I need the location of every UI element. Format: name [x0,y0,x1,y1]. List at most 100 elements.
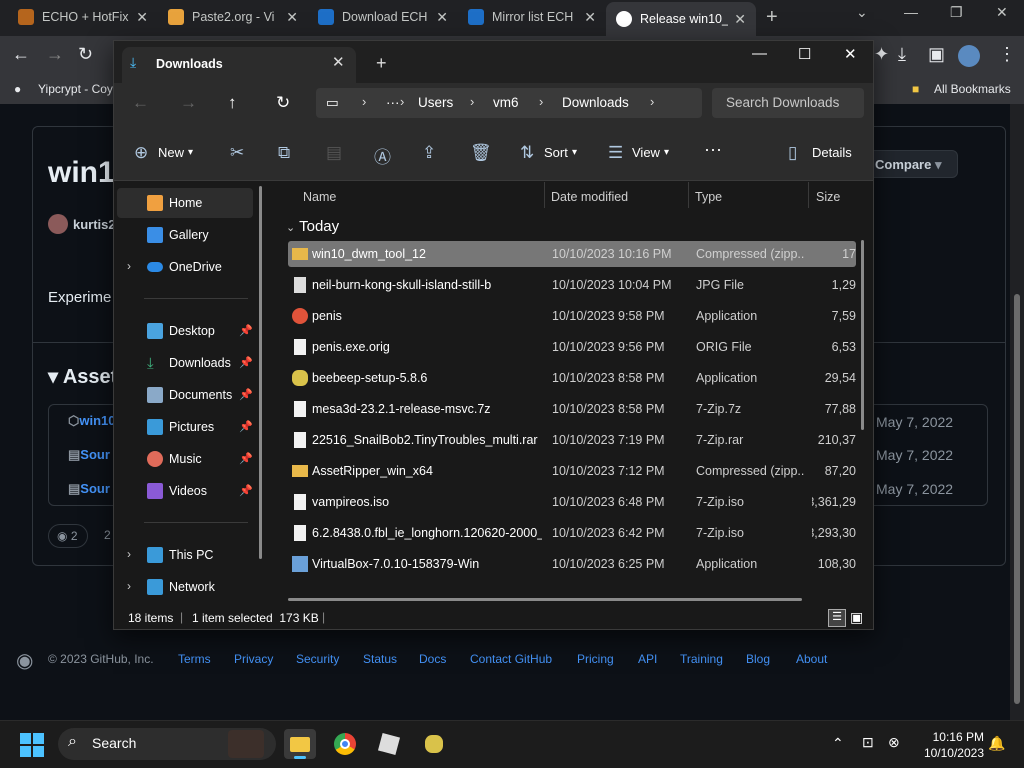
close-tab-icon[interactable]: ✕ [286,9,298,26]
file-row[interactable]: penis 10/10/2023 9:58 PM Application 7,5… [288,303,856,329]
sort-button[interactable]: Sort [544,145,568,160]
sidebar-item-videos[interactable]: Videos 📌 [117,476,253,506]
clock-time[interactable]: 10:16 PM [924,730,984,744]
reload-icon[interactable]: ↻ [78,44,93,65]
file-row[interactable]: 6.2.8438.0.fbl_ie_longhorn.120620-2000_a… [288,520,856,546]
assets-heading[interactable]: ▾ Asset [48,364,117,389]
column-divider[interactable] [688,182,689,208]
group-header-today[interactable]: ⌄ Today [286,218,339,235]
refresh-icon[interactable]: ↻ [276,93,290,113]
chevron-right-icon[interactable]: › [539,94,543,109]
file-row[interactable]: 22516_SnailBob2.TinyTroubles_multi.rar 1… [288,427,856,453]
maximize-icon[interactable]: ☐ [798,45,811,63]
copy-icon[interactable]: ⧉ [278,143,290,163]
column-header-size[interactable]: Size [816,190,840,204]
browser-tab[interactable]: Download ECH ✕ [308,0,458,34]
pin-icon[interactable]: 📌 [239,452,253,465]
chrome-taskbar-icon[interactable] [329,729,361,759]
file-list-scrollbar[interactable] [861,240,864,430]
close-tab-icon[interactable]: ✕ [436,9,448,26]
column-divider[interactable] [808,182,809,208]
cut-icon[interactable]: ✂ [230,143,244,163]
chevron-down-icon[interactable]: ▾ [572,147,577,158]
sidebar-scrollbar[interactable] [259,186,262,559]
asset-link[interactable]: ▤Sour [68,481,110,497]
file-row[interactable]: AssetRipper_win_x64 10/10/2023 7:12 PM C… [288,458,856,484]
paste-icon[interactable]: ▤ [326,143,342,163]
search-input[interactable]: Search Downloads [712,88,864,118]
forward-icon[interactable]: → [180,93,197,113]
footer-link[interactable]: Security [296,652,339,666]
file-row[interactable]: penis.exe.orig 10/10/2023 9:56 PM ORIG F… [288,334,856,360]
view-button[interactable]: View [632,145,660,160]
chevron-down-icon[interactable]: ▾ [188,147,193,158]
up-icon[interactable]: ↑ [228,93,237,113]
tiles-view-icon[interactable]: ▣ [850,609,863,626]
breadcrumb-item[interactable]: Downloads [562,95,629,110]
chevron-right-icon[interactable]: › [400,94,404,109]
close-tab-icon[interactable]: ✕ [136,9,148,26]
browser-tab[interactable]: Mirror list ECH ✕ [458,0,606,34]
pin-icon[interactable]: 📌 [239,388,253,401]
file-list-hscrollbar[interactable] [288,598,802,601]
file-row[interactable]: mesa3d-23.2.1-release-msvc.7z 10/10/2023… [288,396,856,422]
roblox-taskbar-icon[interactable] [373,729,405,759]
file-row[interactable]: vampireos.iso 10/10/2023 6:48 PM 7-Zip.i… [288,489,856,515]
all-bookmarks[interactable]: All Bookmarks [934,82,1011,96]
chevron-right-icon[interactable]: › [362,94,366,109]
column-header-name[interactable]: Name [303,190,336,204]
file-row[interactable]: VirtualBox-7.0.10-158379-Win 10/10/2023 … [288,551,856,577]
menu-dots-icon[interactable]: ⋮ [998,44,1016,65]
more-crumbs-icon[interactable]: ··· [386,95,400,110]
profile-avatar[interactable] [958,45,980,67]
pin-icon[interactable]: 📌 [239,356,253,369]
notification-bell-icon[interactable]: 🔔 [988,735,1005,752]
page-scrollbar[interactable] [1010,104,1024,720]
footer-link[interactable]: Privacy [234,652,273,666]
sidebar-item-downloads[interactable]: ⤓ Downloads 📌 [117,348,253,378]
browser-tab[interactable]: ECHO + HotFix ✕ [8,0,158,34]
back-icon[interactable]: ← [12,44,30,65]
minimize-icon[interactable]: — [752,45,767,62]
chevron-right-icon[interactable]: › [127,547,131,561]
footer-link[interactable]: API [638,652,657,666]
more-options-icon[interactable]: ··· [704,139,722,160]
breadcrumb-item[interactable]: vm6 [493,95,519,110]
reaction-button[interactable]: ◉ 2 [48,524,88,548]
column-header-date[interactable]: Date modified [551,190,628,204]
restore-icon[interactable]: ❐ [950,4,963,21]
beebeep-taskbar-icon[interactable] [418,729,450,759]
column-header-type[interactable]: Type [695,190,722,204]
file-row[interactable]: beebeep-setup-5.8.6 10/10/2023 8:58 PM A… [288,365,856,391]
sidebar-item-gallery[interactable]: Gallery [117,220,253,250]
file-explorer-taskbar-icon[interactable] [284,729,316,759]
footer-link[interactable]: Docs [419,652,446,666]
pin-icon[interactable]: 📌 [239,484,253,497]
bookmark-item[interactable]: Yipcrypt - Coy [38,82,113,96]
sidebar-item-desktop[interactable]: Desktop 📌 [117,316,253,346]
sidebar-item-network[interactable]: › Network [117,572,253,602]
start-icon[interactable] [20,733,44,757]
close-tab-icon[interactable]: ✕ [584,9,596,26]
new-tab-icon[interactable]: + [376,53,387,74]
share-icon[interactable]: ⇪ [422,143,436,163]
pin-icon[interactable]: 📌 [239,324,253,337]
network-status-icon[interactable]: ⊡ [862,734,874,751]
delete-icon[interactable]: 🗑 [470,143,492,163]
footer-link[interactable]: Pricing [577,652,614,666]
sidebar-item-home[interactable]: Home [117,188,253,218]
sidepanel-icon[interactable]: ▣ [928,44,945,65]
details-view-icon[interactable]: ☰ [828,609,846,627]
footer-link[interactable]: Training [680,652,723,666]
footer-link[interactable]: Terms [178,652,211,666]
asset-link[interactable]: ▤Sour [68,447,110,463]
sidebar-item-this-pc[interactable]: › This PC [117,540,253,570]
close-tab-icon[interactable]: ✕ [332,53,345,71]
footer-link[interactable]: Status [363,652,397,666]
chevron-down-icon[interactable]: ▾ [664,147,669,158]
avatar[interactable] [48,214,68,234]
new-tab-icon[interactable]: + [766,6,778,29]
details-button[interactable]: Details [812,145,852,160]
chevron-right-icon[interactable]: › [127,259,131,273]
back-icon[interactable]: ← [132,93,149,113]
